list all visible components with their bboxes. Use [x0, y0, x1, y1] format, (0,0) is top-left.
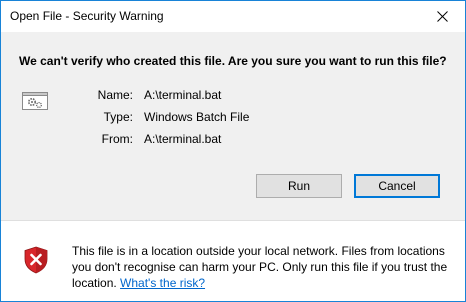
security-warning-dialog: Open File - Security Warning We can't ve… — [0, 0, 466, 302]
name-label: Name: — [97, 88, 133, 102]
warning-footer: This file is in a location outside your … — [1, 221, 465, 301]
run-button[interactable]: Run — [256, 174, 342, 198]
close-button[interactable] — [419, 1, 465, 32]
title-bar[interactable]: Open File - Security Warning — [1, 1, 465, 32]
whats-the-risk-link[interactable]: What's the risk? — [120, 276, 205, 290]
warning-message: This file is in a location outside your … — [72, 243, 452, 291]
shield-error-icon — [24, 246, 48, 274]
type-value: Windows Batch File — [144, 110, 250, 124]
window-title: Open File - Security Warning — [10, 9, 164, 23]
from-label: From: — [101, 132, 133, 146]
from-value: A:\terminal.bat — [144, 132, 222, 146]
dialog-headline: We can't verify who created this file. A… — [19, 54, 447, 68]
type-label: Type: — [103, 110, 133, 124]
close-icon — [436, 11, 448, 22]
cancel-button[interactable]: Cancel — [354, 174, 440, 198]
dialog-body: We can't verify who created this file. A… — [1, 32, 465, 220]
name-value: A:\terminal.bat — [144, 88, 222, 102]
